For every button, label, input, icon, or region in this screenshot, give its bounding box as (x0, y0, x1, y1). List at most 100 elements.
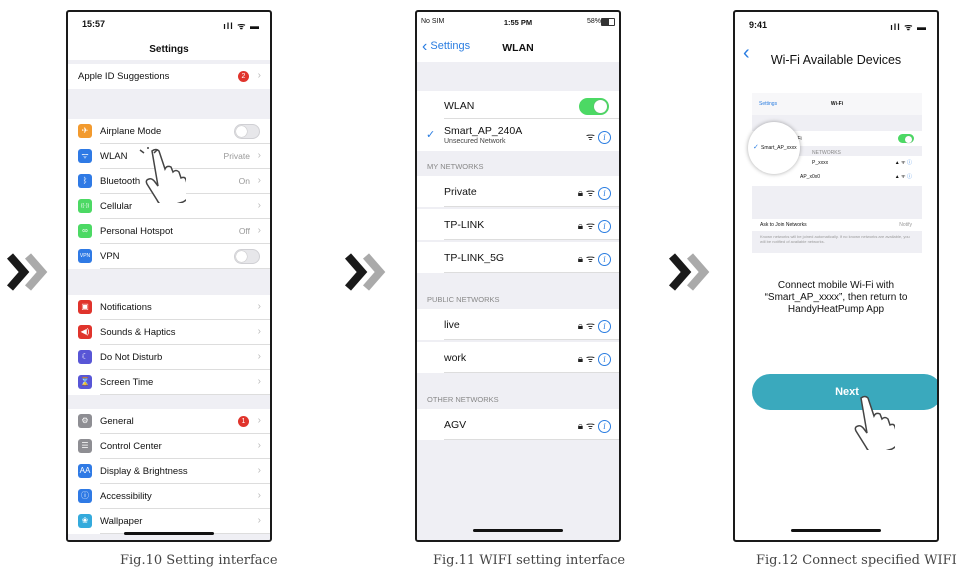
info-icon[interactable]: i (598, 186, 611, 200)
settings-row-accessibility[interactable]: ⓘ Accessibility › (68, 484, 270, 509)
settings-row-label: Wallpaper (100, 516, 143, 527)
battery-icon (601, 18, 615, 26)
lock-icon: 🔒︎ (577, 321, 584, 332)
airplane-mode-icon: ✈ (78, 124, 92, 138)
settings-row-label: Personal Hotspot (100, 226, 173, 237)
tapping-hand-icon (854, 395, 895, 450)
lock-icon: 🔒︎ (577, 254, 584, 265)
vpn-icon: VPN (78, 249, 92, 263)
mini-network-1-icons: ▲ ᯤ ⓘ (894, 160, 912, 166)
bluetooth-icon: ᛒ (78, 174, 92, 188)
chevron-right-icon: › (257, 200, 261, 211)
info-icon[interactable]: i (598, 219, 611, 233)
mini-network-2-icons: ▲ ᯤ ⓘ (894, 174, 912, 180)
toggle-switch[interactable] (234, 124, 260, 139)
settings-row-vpn[interactable]: VPN VPN (68, 244, 270, 269)
checkmark-icon: ✓ (426, 129, 436, 141)
settings-row-label: Cellular (100, 201, 133, 212)
instruction-line-3: HandyHeatPump App (787, 304, 885, 315)
wlan-toggle-row[interactable]: WLAN (417, 91, 619, 119)
chevron-right-icon: › (257, 225, 261, 236)
info-icon[interactable]: i (598, 352, 611, 366)
notification-badge: 1 (238, 416, 249, 427)
info-icon[interactable]: i (598, 130, 611, 144)
network-row-live[interactable]: live 🔒︎ ᯤi (417, 309, 619, 340)
cellular-icon: ((·)) (78, 199, 92, 213)
settings-row-screen-time[interactable]: ⌛ Screen Time › (68, 370, 270, 395)
accessibility-icon: ⓘ (78, 489, 92, 503)
status-bar: 9:41 ıll ᯤ ▬ (735, 12, 937, 34)
settings-row-label: Notifications (100, 302, 152, 313)
chevron-right-icon: › (257, 351, 261, 362)
wlan-toggle[interactable] (579, 98, 609, 115)
settings-row-general[interactable]: ⚙ General 1 › (68, 409, 270, 434)
general-icon: ⚙ (78, 414, 92, 428)
settings-row-label: Sounds & Haptics (100, 327, 176, 338)
figure-caption: Fig.11 WIFI setting interface (433, 553, 626, 568)
wifi-icon: ᯤ (585, 132, 595, 143)
network-name: TP-LINK (444, 219, 485, 231)
mini-nav-bar: Settings Wi-Fi (752, 93, 922, 115)
wifi-icon: ᯤ (585, 221, 595, 232)
settings-row-value: Off (238, 226, 250, 236)
network-row-work[interactable]: work 🔒︎ ᯤi (417, 342, 619, 373)
home-indicator (124, 532, 214, 535)
apple-id-suggestions-row[interactable]: Apple ID Suggestions 2 › (68, 64, 270, 89)
settings-row-control-center[interactable]: ☰ Control Center › (68, 434, 270, 459)
wifi-icon: ᯤ (585, 354, 595, 365)
mini-network-2: AP_x0x0 (800, 174, 821, 180)
info-icon[interactable]: i (598, 252, 611, 266)
settings-row-airplane-mode[interactable]: ✈ Airplane Mode (68, 119, 270, 144)
control-center-icon: ☰ (78, 439, 92, 453)
status-battery: 58% (586, 18, 601, 25)
settings-row-sounds-and-haptics[interactable]: ◀) Sounds & Haptics › (68, 320, 270, 345)
settings-row-label: Control Center (100, 441, 162, 452)
page-title: Wi-Fi Available Devices (770, 53, 902, 67)
lock-icon: 🔒︎ (577, 421, 584, 432)
chevron-right-icon: › (257, 150, 261, 161)
settings-row-label: Bluetooth (100, 176, 141, 187)
wlan-label: WLAN (444, 100, 475, 112)
settings-row-value: On (238, 176, 250, 186)
status-bar: No SIM 1:55 PM 58% (417, 12, 619, 34)
display-and-brightness-icon: AA (78, 464, 92, 478)
network-row-tp-link-5g[interactable]: TP-LINK_5G 🔒︎ ᯤi (417, 242, 619, 273)
network-row-agv[interactable]: AGV 🔒︎ ᯤi (417, 409, 619, 440)
settings-row-notifications[interactable]: ▣ Notifications › (68, 295, 270, 320)
wifi-icon: ᯤ (585, 321, 595, 332)
page-title: WLAN (502, 42, 534, 54)
wlan-icon: ᯤ (78, 149, 92, 163)
wifi-available-devices-screen: 9:41 ıll ᯤ ▬ ‹ Wi-Fi Available Devices S… (733, 10, 939, 542)
next-step-chevron-icon (6, 253, 48, 291)
network-row-tp-link[interactable]: TP-LINK 🔒︎ ᯤi (417, 209, 619, 240)
lock-icon: 🔒︎ (577, 354, 584, 365)
tapping-hand-icon (139, 147, 186, 203)
instruction-text: Connect mobile Wi-Fi with “Smart_AP_xxxx… (735, 280, 937, 316)
settings-row-personal-hotspot[interactable]: ∞ Personal Hotspot Off › (68, 219, 270, 244)
mini-title: Wi-Fi (830, 101, 844, 107)
network-row-private[interactable]: Private 🔒︎ ᯤi (417, 176, 619, 207)
settings-row-do-not-disturb[interactable]: ☾ Do Not Disturb › (68, 345, 270, 370)
settings-row-display-and-brightness[interactable]: AA Display & Brightness › (68, 459, 270, 484)
lock-icon: 🔒︎ (577, 188, 584, 199)
notifications-icon: ▣ (78, 300, 92, 314)
chevron-right-icon: › (257, 465, 261, 476)
info-icon[interactable]: i (598, 319, 611, 333)
figure-caption: Fig.10 Setting interface (120, 553, 278, 568)
section-header-my-networks: MY NETWORKS (427, 162, 484, 171)
chevron-right-icon: › (257, 326, 261, 337)
instruction-line-2: “Smart_AP_xxxx”, then return to (764, 292, 908, 303)
personal-hotspot-icon: ∞ (78, 224, 92, 238)
current-network-row[interactable]: ✓ Smart_AP_240A Unsecured Network ᯤi (417, 119, 619, 151)
info-icon[interactable]: i (598, 419, 611, 433)
next-button[interactable]: Next (752, 374, 937, 410)
mini-wifi-toggle (898, 134, 914, 143)
settings-row-wallpaper[interactable]: ❀ Wallpaper › (68, 509, 270, 534)
chevron-right-icon: › (257, 515, 261, 526)
do-not-disturb-icon: ☾ (78, 350, 92, 364)
mini-ask-row: Ask to Join Networks Notify (752, 219, 922, 231)
magnifier-ssid: Smart_AP_xxxx (761, 145, 797, 151)
toggle-switch[interactable] (234, 249, 260, 264)
chevron-right-icon: › (257, 175, 261, 186)
chevron-right-icon: › (257, 376, 261, 387)
